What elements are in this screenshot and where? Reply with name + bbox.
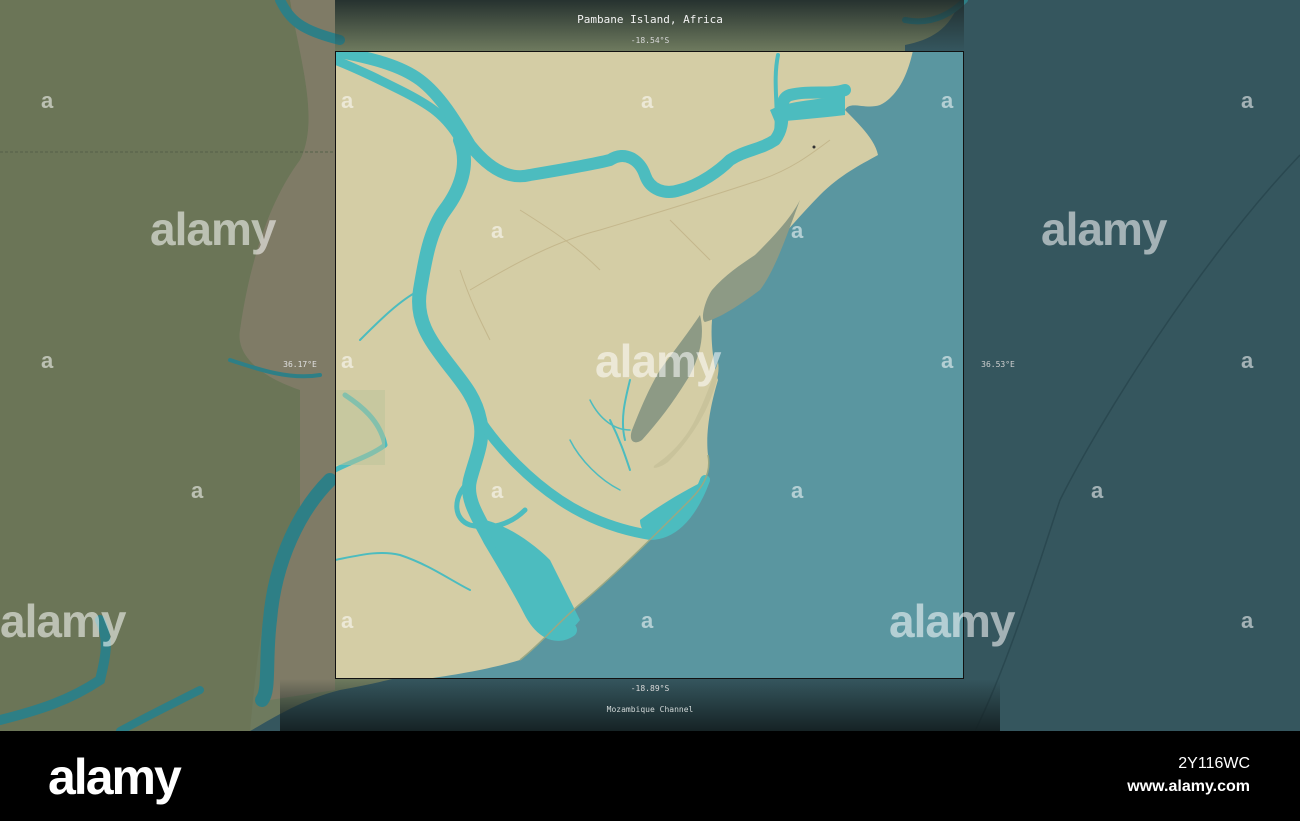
- watermark-mark: a: [491, 478, 504, 503]
- town-marker: [812, 145, 816, 149]
- watermark-mark: a: [1241, 88, 1254, 113]
- watermark-mark: a: [191, 478, 204, 503]
- watermark-mark: a: [341, 608, 354, 633]
- footer-logo: alamy: [48, 749, 182, 805]
- watermark-mark: a: [341, 348, 354, 373]
- latitude-bottom-label: -18.89°S: [630, 684, 670, 693]
- stock-footer: [0, 731, 1300, 821]
- image-stage: { "map": { "title": "Pambane Island, Afr…: [0, 0, 1300, 821]
- watermark-mark: a: [491, 218, 504, 243]
- watermark-logo: alamy: [1041, 203, 1167, 255]
- watermark-logo: alamy: [0, 595, 126, 647]
- watermark-mark: a: [341, 88, 354, 113]
- watermark-mark: a: [641, 88, 654, 113]
- longitude-right-label: 36.53°E: [981, 360, 1015, 369]
- watermark-mark: a: [1241, 608, 1254, 633]
- watermark-mark: a: [791, 478, 804, 503]
- watermark-mark: a: [41, 348, 54, 373]
- map-title: Pambane Island, Africa: [577, 13, 723, 26]
- latitude-top-label: -18.54°S: [630, 36, 670, 45]
- watermark-mark: a: [791, 218, 804, 243]
- park-area: [335, 390, 385, 465]
- footer-image-id: 2Y116WC: [1178, 755, 1250, 772]
- footer-url: www.alamy.com: [1127, 778, 1250, 795]
- watermark-logo: alamy: [889, 595, 1015, 647]
- watermark-mark: a: [41, 88, 54, 113]
- longitude-left-label: 36.17°E: [283, 360, 317, 369]
- watermark-logo: alamy: [595, 335, 721, 387]
- watermark-logo: alamy: [150, 203, 276, 255]
- watermark-mark: a: [941, 348, 954, 373]
- watermark-mark: a: [1241, 348, 1254, 373]
- water-body-label: Mozambique Channel: [606, 705, 694, 714]
- map-view: Pambane Island, Africa -18.54°S -18.89°S…: [0, 0, 1300, 731]
- watermark-mark: a: [1091, 478, 1104, 503]
- watermark-mark: a: [641, 608, 654, 633]
- watermark-mark: a: [941, 88, 954, 113]
